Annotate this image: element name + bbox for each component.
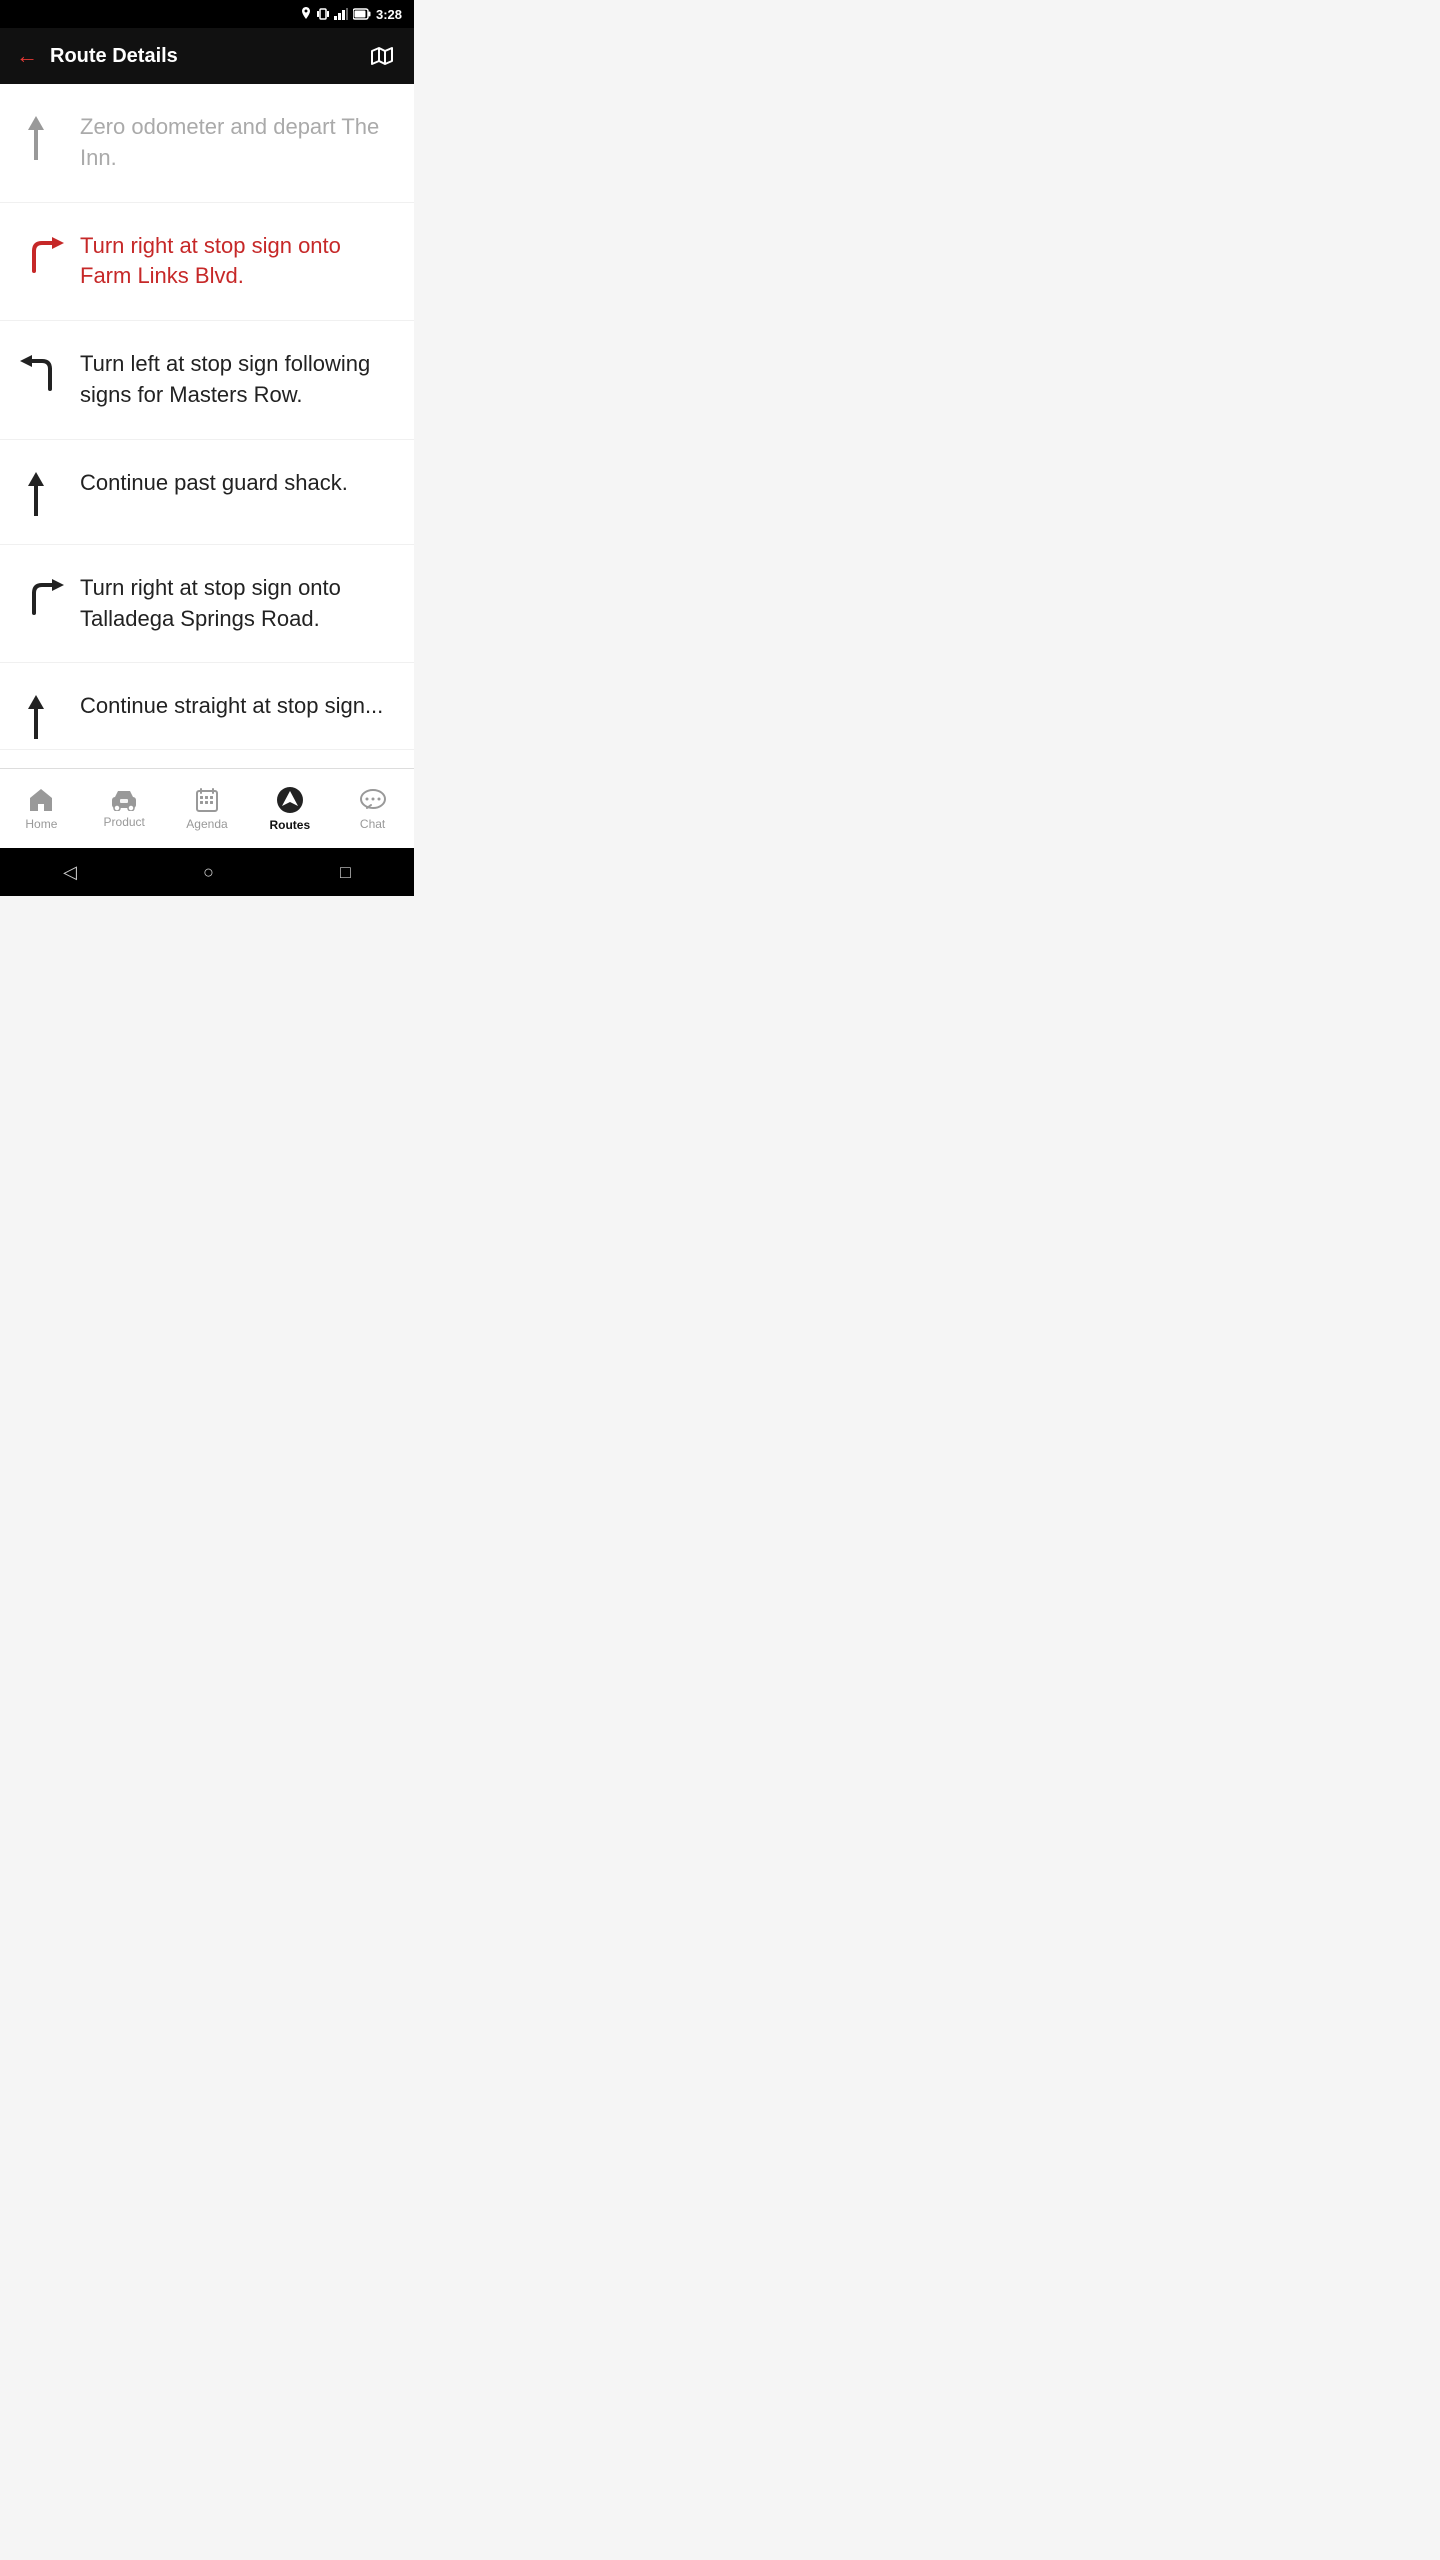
step-2-icon	[20, 231, 80, 279]
routes-icon	[276, 786, 304, 814]
nav-item-agenda[interactable]: Agenda	[166, 779, 249, 839]
back-button[interactable]: ←	[16, 43, 38, 69]
status-bar: 3:28	[0, 0, 414, 28]
vibrate-icon	[317, 7, 329, 21]
step-6-icon	[20, 691, 80, 739]
step-2-text: Turn right at stop sign onto Farm Links …	[80, 231, 394, 293]
route-step: Zero odometer and depart The Inn.	[0, 84, 414, 203]
battery-icon	[353, 8, 371, 20]
route-step: Continue straight at stop sign...	[0, 663, 414, 750]
step-4-icon	[20, 468, 80, 516]
route-step: Continue past guard shack.	[0, 440, 414, 545]
location-icon	[300, 7, 312, 21]
status-icons: 3:28	[300, 7, 402, 22]
nav-item-routes[interactable]: Routes	[248, 778, 331, 840]
route-step: Turn right at stop sign onto Talladega S…	[0, 545, 414, 664]
nav-label-chat: Chat	[360, 817, 385, 831]
step-3-text: Turn left at stop sign following signs f…	[80, 349, 394, 411]
step-3-icon	[20, 349, 80, 397]
chat-icon	[359, 787, 387, 813]
time-display: 3:28	[376, 7, 402, 22]
bottom-nav: Home Product Agenda	[0, 768, 414, 848]
android-nav-bar: ◁ ○ □	[0, 848, 414, 896]
route-step: Turn left at stop sign following signs f…	[0, 321, 414, 440]
nav-label-agenda: Agenda	[186, 817, 227, 831]
android-home-btn[interactable]: ○	[203, 862, 214, 883]
car-icon	[110, 789, 138, 811]
nav-label-home: Home	[25, 817, 57, 831]
nav-label-product: Product	[104, 815, 145, 829]
step-1-icon	[20, 112, 80, 160]
agenda-icon	[195, 787, 219, 813]
step-5-text: Turn right at stop sign onto Talladega S…	[80, 573, 394, 635]
android-back-btn[interactable]: ◁	[63, 862, 77, 883]
android-recents-btn[interactable]: □	[340, 862, 351, 883]
signal-icon	[334, 8, 348, 20]
nav-item-product[interactable]: Product	[83, 781, 166, 837]
step-1-text: Zero odometer and depart The Inn.	[80, 112, 394, 174]
map-icon[interactable]	[370, 44, 398, 68]
step-5-icon	[20, 573, 80, 621]
page-title: Route Details	[50, 45, 370, 68]
nav-item-home[interactable]: Home	[0, 779, 83, 839]
nav-item-chat[interactable]: Chat	[331, 779, 414, 839]
route-step: Turn right at stop sign onto Farm Links …	[0, 203, 414, 322]
nav-label-routes: Routes	[269, 818, 310, 832]
header: ← Route Details	[0, 28, 414, 84]
step-6-text: Continue straight at stop sign...	[80, 691, 394, 722]
home-icon	[28, 787, 54, 813]
step-4-text: Continue past guard shack.	[80, 468, 394, 499]
route-steps-list: Zero odometer and depart The Inn. Turn r…	[0, 84, 414, 768]
